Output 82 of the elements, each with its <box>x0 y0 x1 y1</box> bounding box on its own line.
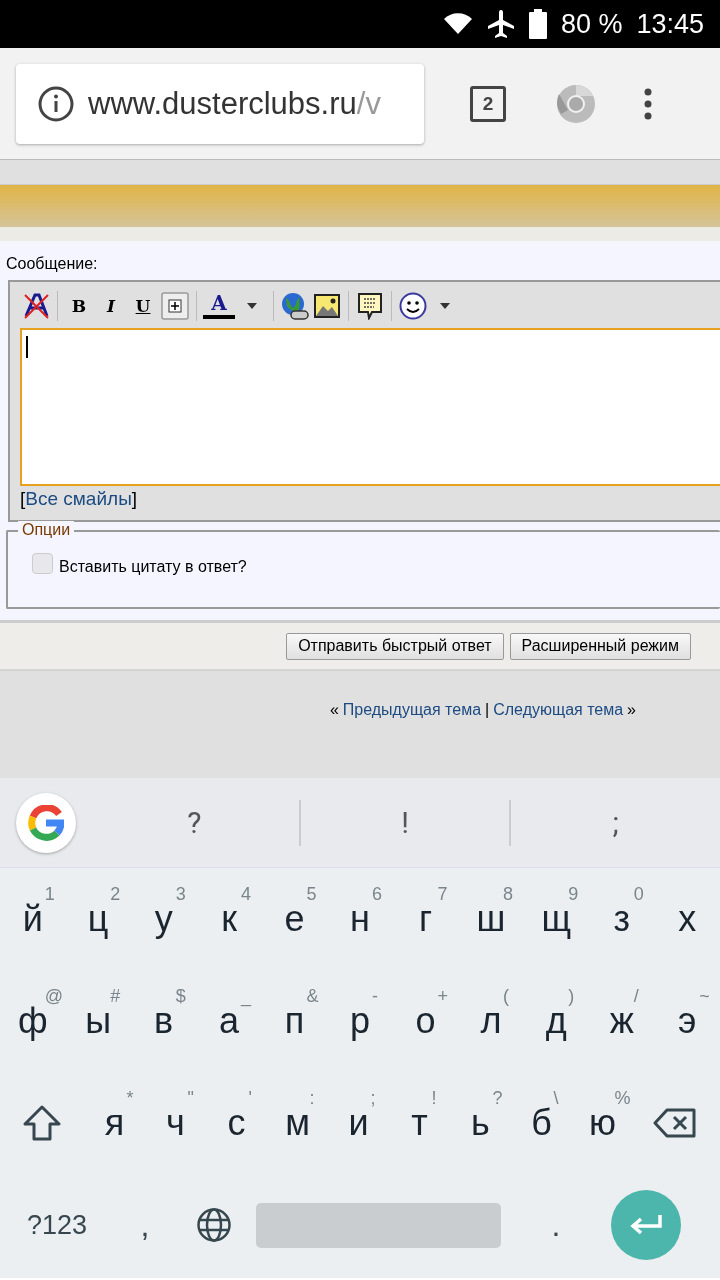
google-button[interactable] <box>16 792 76 853</box>
keyboard-key[interactable]: л ( <box>458 970 524 1072</box>
bold-button[interactable]: B <box>63 290 95 322</box>
expand-box-icon[interactable] <box>161 292 189 320</box>
airplane-icon <box>486 9 515 39</box>
separator-text: | <box>485 701 490 719</box>
message-field[interactable] <box>20 328 720 486</box>
keyboard-key[interactable]: ы # <box>65 970 131 1072</box>
quote-mark: « <box>329 701 339 719</box>
shift-icon <box>23 1105 61 1141</box>
all-smilies-link[interactable]: Все смайлы <box>25 488 132 509</box>
keyboard-key[interactable]: т ! <box>389 1072 450 1174</box>
suggestion-chip[interactable]: ? <box>90 805 299 840</box>
browser-logo-icon[interactable] <box>556 83 596 124</box>
keyboard-key[interactable]: э ~ <box>654 970 720 1072</box>
keyboard-key[interactable]: ф @ <box>0 970 66 1072</box>
smiley-icon[interactable] <box>399 292 427 320</box>
keyboard-key[interactable]: я * <box>84 1072 145 1174</box>
more-menu-icon[interactable] <box>644 87 652 120</box>
keyboard-key[interactable]: ц 2 <box>65 868 131 970</box>
bracket-text: ] <box>131 488 138 509</box>
speech-bubble-icon[interactable] <box>357 292 383 320</box>
enter-icon <box>629 1213 663 1237</box>
advanced-mode-button[interactable]: Расширенный режим <box>509 632 691 660</box>
options-legend: Опции <box>18 521 75 539</box>
keyboard-key[interactable]: в $ <box>130 970 197 1072</box>
period-key[interactable]: . <box>501 1206 611 1244</box>
remove-format-icon[interactable] <box>22 292 50 320</box>
previous-thread-link[interactable]: Предыдущая тема <box>342 701 482 719</box>
text-cursor <box>26 336 28 358</box>
wifi-icon <box>442 12 473 36</box>
keyboard-key[interactable]: й 1 <box>0 868 66 970</box>
keyboard-key[interactable]: з 0 <box>589 868 655 970</box>
quote-checkbox[interactable] <box>32 552 53 574</box>
url-text: www.dusterclubs.ru/v <box>88 85 381 122</box>
next-thread-link[interactable]: Следующая тема <box>493 701 624 719</box>
keyboard-key[interactable]: п & <box>261 970 328 1072</box>
dropdown-caret-icon[interactable] <box>246 302 258 310</box>
keyboard-key[interactable]: и ; <box>328 1072 389 1174</box>
battery-percent: 80 % <box>560 8 623 40</box>
keyboard-key[interactable]: н 6 <box>327 868 393 970</box>
keyboard-key[interactable]: к 4 <box>196 868 262 970</box>
keyboard-key[interactable]: б \ <box>511 1072 572 1174</box>
bracket-text: [ <box>20 488 26 509</box>
suggestion-chip[interactable]: ; <box>511 805 720 840</box>
tab-count-button[interactable]: 2 <box>470 85 506 122</box>
clock-time: 13:45 <box>636 8 704 40</box>
keyboard-key[interactable]: е 5 <box>261 868 328 970</box>
keyboard-key[interactable]: ю % <box>572 1072 633 1174</box>
keyboard-key[interactable]: д ) <box>523 970 590 1072</box>
backspace-icon <box>653 1108 697 1138</box>
keyboard-key[interactable]: у 3 <box>130 868 197 970</box>
suggestion-chip[interactable]: ! <box>300 805 510 840</box>
message-label: Сообщение: <box>6 255 98 273</box>
globe-link-icon[interactable] <box>281 292 309 320</box>
image-icon[interactable] <box>314 294 340 318</box>
logo-icon <box>28 804 64 841</box>
keyboard-key[interactable]: х <box>654 868 720 970</box>
italic-button[interactable]: I <box>95 290 127 322</box>
info-icon <box>38 85 74 122</box>
keyboard-key[interactable]: с ' <box>206 1072 267 1174</box>
symbols-key[interactable]: ?123 <box>0 1209 114 1241</box>
send-quick-reply-button[interactable]: Отправить быстрый ответ <box>286 632 504 660</box>
keyboard-key[interactable]: р - <box>327 970 393 1072</box>
keyboard-key[interactable]: г 7 <box>392 868 459 970</box>
quote-option-label: Вставить цитату в ответ? <box>59 558 247 576</box>
address-bar[interactable]: www.dusterclubs.ru/v <box>16 63 424 144</box>
underline-button[interactable]: U <box>127 290 159 322</box>
keyboard-key[interactable]: а _ <box>196 970 262 1072</box>
keyboard-key[interactable]: ч " <box>145 1072 206 1174</box>
keyboard-key[interactable]: щ 9 <box>523 868 590 970</box>
globe-icon <box>196 1207 232 1243</box>
keyboard-key[interactable]: м : <box>267 1072 328 1174</box>
keyboard-key[interactable]: ь ? <box>450 1072 511 1174</box>
battery-icon <box>528 9 547 39</box>
comma-key[interactable]: , <box>114 1206 176 1244</box>
keyboard-key[interactable]: ж / <box>589 970 655 1072</box>
font-color-button[interactable]: A <box>202 290 236 322</box>
quote-mark: » <box>627 701 636 719</box>
dropdown-caret-icon[interactable] <box>439 302 451 310</box>
keyboard-key[interactable]: о + <box>392 970 459 1072</box>
keyboard-key[interactable]: ш 8 <box>458 868 524 970</box>
